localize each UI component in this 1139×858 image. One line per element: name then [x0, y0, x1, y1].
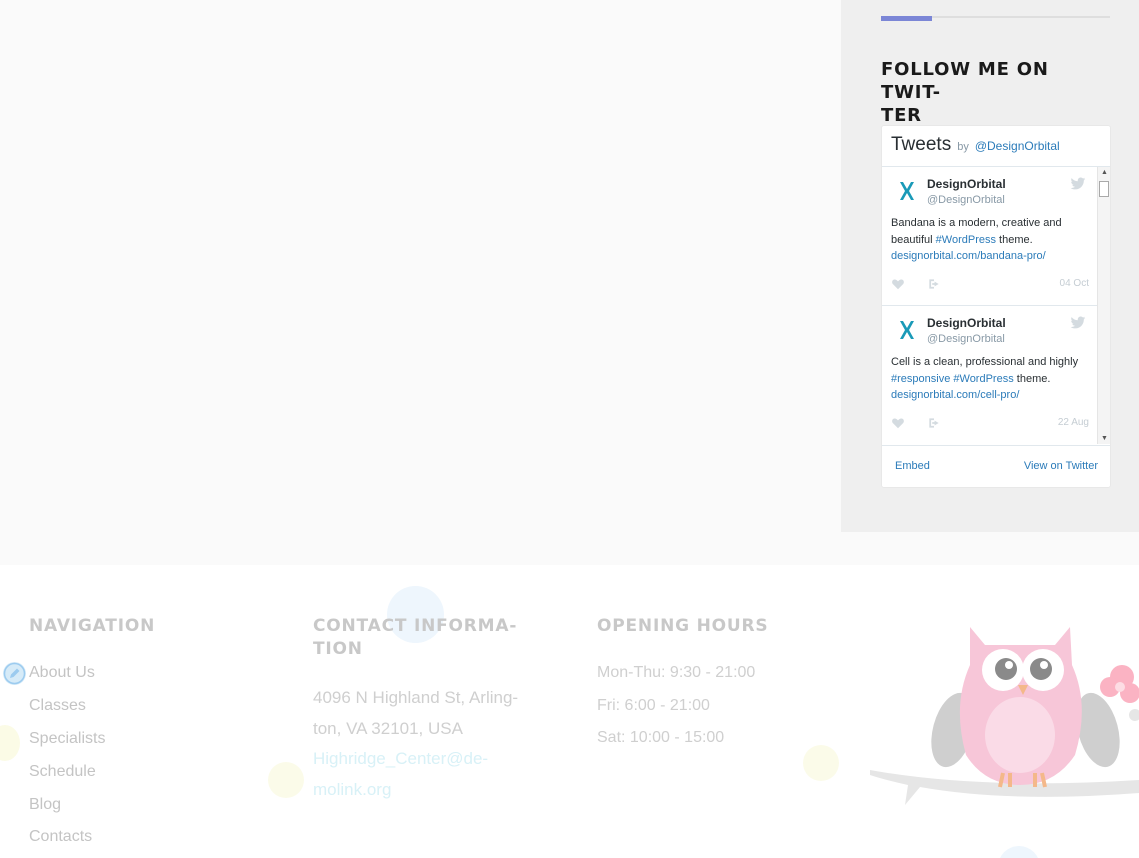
decorative-dot — [0, 725, 20, 761]
edit-pencil-icon[interactable] — [3, 662, 26, 685]
tweet-date[interactable]: 04 Oct — [1060, 278, 1089, 289]
contact-email-link[interactable]: Highridge_Center@de- molink.org — [313, 743, 513, 805]
twitter-timeline-footer: Embed View on Twitter — [882, 445, 1110, 487]
main-content-area — [0, 0, 841, 532]
twitter-bird-icon[interactable] — [1070, 316, 1086, 330]
footer-nav-blog[interactable]: Blog — [29, 796, 61, 814]
footer-nav-classes[interactable]: Classes — [29, 697, 86, 715]
like-heart-icon[interactable] — [891, 416, 905, 430]
embed-link[interactable]: Embed — [895, 460, 930, 472]
tweet-hashtag-link[interactable]: #WordPress — [936, 234, 996, 246]
tweet-author-name[interactable]: DesignOrbital — [927, 177, 1006, 191]
footer-nav-about-us[interactable]: About Us — [29, 664, 95, 682]
tweet-author-handle[interactable]: @DesignOrbital — [927, 194, 1005, 206]
site-footer: NAVIGATION About Us Classes Specialists … — [0, 565, 1139, 858]
hours-mon-thu: Mon-Thu: 9:30 - 21:00 — [597, 664, 756, 681]
tweet-text-part: theme. — [995, 233, 1033, 246]
tweet-text: Bandana is a modern, creative and beauti… — [891, 215, 1091, 265]
scroll-up-arrow-icon[interactable]: ▲ — [1101, 169, 1108, 176]
contact-email-line-1: Highridge_Center@de- — [313, 749, 489, 768]
owl-illustration — [870, 627, 1139, 805]
tweet-list[interactable]: DesignOrbital @DesignOrbital Bandana is … — [882, 167, 1098, 444]
widget-title-line-1: FOLLOW ME ON TWIT- — [881, 59, 1049, 103]
contact-address: 4096 N Highland St, Arling- ton, VA 3210… — [313, 682, 553, 744]
tweet: DesignOrbital @DesignOrbital Cell is a c… — [882, 306, 1098, 444]
tweet-url-link[interactable]: designorbital.com/cell-pro/ — [891, 389, 1019, 401]
decorative-dot — [268, 762, 304, 798]
tweet-url-link[interactable]: designorbital.com/bandana-pro/ — [891, 250, 1046, 262]
tweet-author-name[interactable]: DesignOrbital — [927, 316, 1006, 330]
view-on-twitter-link[interactable]: View on Twitter — [1024, 460, 1098, 472]
tweet-text-part: theme. — [1013, 372, 1051, 385]
like-heart-icon[interactable] — [891, 277, 905, 291]
contact-title-line-2: TION — [313, 639, 363, 659]
tweet-hashtag-link[interactable]: #WordPress — [953, 373, 1013, 385]
timeline-user-link[interactable]: @DesignOrbital — [975, 139, 1060, 153]
share-icon[interactable] — [927, 277, 941, 291]
tweet-actions: 04 Oct — [891, 277, 1089, 293]
decorative-dot — [998, 846, 1040, 858]
tweet-list-scrollbar[interactable]: ▲ ▼ — [1097, 167, 1110, 444]
opening-hours-title: OPENING HOURS — [597, 616, 769, 636]
navigation-title: NAVIGATION — [29, 616, 156, 636]
twitter-bird-icon[interactable] — [1070, 177, 1086, 191]
tweet-text: Cell is a clean, professional and highly… — [891, 354, 1091, 404]
contact-address-line-1: 4096 N Highland St, Arling- — [313, 688, 519, 707]
hours-sat: Sat: 10:00 - 15:00 — [597, 729, 725, 746]
tweet-date[interactable]: 22 Aug — [1058, 417, 1089, 428]
hours-fri: Fri: 6:00 - 21:00 — [597, 697, 710, 714]
contact-email-line-2: molink.org — [313, 780, 392, 799]
sidebar: FOLLOW ME ON TWIT- TER Tweets by @Design… — [841, 0, 1139, 532]
footer-nav-specialists[interactable]: Specialists — [29, 730, 105, 748]
timeline-title: Tweets — [891, 134, 952, 155]
widget-title: FOLLOW ME ON TWIT- TER — [881, 58, 1111, 127]
contact-address-line-2: ton, VA 32101, USA — [313, 719, 463, 738]
timeline-by: by — [957, 141, 969, 153]
share-icon[interactable] — [927, 416, 941, 430]
sidebar-divider-accent — [881, 16, 932, 21]
tweet: DesignOrbital @DesignOrbital Bandana is … — [882, 167, 1098, 306]
scroll-down-arrow-icon[interactable]: ▼ — [1101, 435, 1108, 442]
contact-title: CONTACT INFORMA- TION — [313, 615, 543, 661]
designorbital-logo-icon[interactable] — [894, 179, 918, 203]
tweet-author-handle[interactable]: @DesignOrbital — [927, 333, 1005, 345]
tweet-hashtag-link[interactable]: #responsive — [891, 373, 950, 385]
footer-nav-schedule[interactable]: Schedule — [29, 763, 96, 781]
twitter-timeline-header: Tweets by @DesignOrbital — [891, 134, 1060, 156]
tweet-actions: 22 Aug — [891, 416, 1089, 432]
scrollbar-thumb[interactable] — [1099, 181, 1109, 197]
tweet-text-part: Cell is a clean, professional and highly — [891, 356, 1079, 368]
footer-nav-contacts[interactable]: Contacts — [29, 828, 92, 846]
widget-title-line-2: TER — [881, 105, 922, 126]
contact-title-line-1: CONTACT INFORMA- — [313, 616, 518, 636]
decorative-dot — [803, 745, 839, 781]
twitter-timeline-widget: Tweets by @DesignOrbital DesignOrbital @… — [881, 125, 1111, 488]
designorbital-logo-icon[interactable] — [894, 318, 918, 342]
